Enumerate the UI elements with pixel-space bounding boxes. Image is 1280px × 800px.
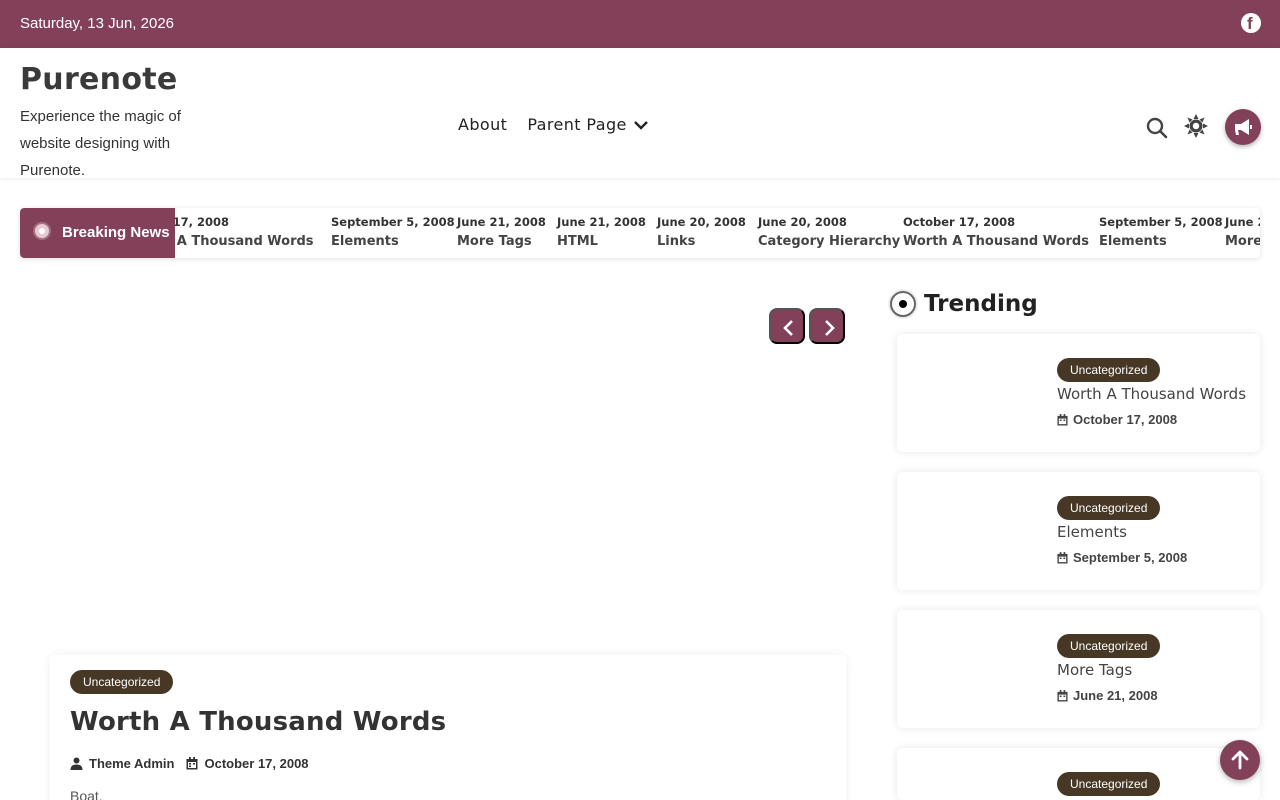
ticker-item[interactable]: June 20, 2008 Category Hierarchy [758, 215, 900, 249]
site-header: Purenote Experience the magic of website… [0, 48, 1280, 179]
main-nav: About Parent Page [458, 115, 649, 134]
calendar-icon [1057, 689, 1068, 701]
trending-item: Uncategorized Worth A Thousand Words Oct… [897, 334, 1260, 452]
breaking-news-label: Breaking News [20, 208, 175, 258]
nav-item-label: About [458, 115, 508, 134]
trending-title: Trending [924, 291, 1038, 317]
slider-next-button[interactable] [809, 308, 845, 344]
calendar-icon [1057, 551, 1068, 563]
post-meta: Theme Admin October 17, 2008 [70, 756, 309, 771]
calendar-icon [1057, 413, 1068, 425]
date-link[interactable]: October 17, 2008 [1073, 412, 1177, 427]
site-title[interactable]: Purenote [20, 62, 178, 97]
ticker-item[interactable]: June 20, 2008 Links [657, 215, 746, 249]
trending-item-title[interactable]: Worth A Thousand Words [1057, 385, 1246, 403]
trending-item-title[interactable]: More Tags [1057, 661, 1132, 679]
trending-item-title[interactable]: Elements [1057, 523, 1127, 541]
ticker-item[interactable]: June 2More [1225, 215, 1260, 249]
ticker-item[interactable]: September 5, 2008 Elements [331, 215, 455, 249]
ticker-item[interactable]: June 21, 2008 More Tags [457, 215, 546, 249]
back-to-top-button[interactable] [1220, 740, 1260, 780]
category-badge[interactable]: Uncategorized [1057, 634, 1161, 658]
ticker-item[interactable]: October 17, 2008 Worth A Thousand Words [903, 215, 1089, 249]
facebook-icon[interactable]: f [1241, 13, 1261, 33]
trending-item-date: June 21, 2008 [1057, 688, 1158, 703]
breaking-news-text: Breaking News [62, 224, 170, 241]
pulse-dot-icon [35, 224, 49, 238]
record-dot-icon [890, 291, 916, 317]
site-tagline: Experience the magic of website designin… [20, 108, 181, 179]
trending-item-date: September 5, 2008 [1057, 550, 1187, 565]
megaphone-icon[interactable] [1225, 109, 1261, 145]
trending-item: Uncategorized [897, 748, 1260, 800]
date-link[interactable]: September 5, 2008 [1073, 550, 1187, 565]
ticker-item[interactable]: September 5, 2008 Elements [1099, 215, 1223, 249]
chevron-down-icon [633, 120, 648, 130]
search-icon[interactable] [1146, 117, 1168, 139]
user-icon [70, 757, 83, 770]
category-badge[interactable]: Uncategorized [1057, 496, 1161, 520]
category-badge[interactable]: Uncategorized [1057, 772, 1161, 796]
featured-post-card: Uncategorized Worth A Thousand Words The… [50, 655, 846, 800]
category-badge[interactable]: Uncategorized [1057, 358, 1161, 382]
calendar-icon [186, 757, 198, 770]
trending-item-date: October 17, 2008 [1057, 412, 1177, 427]
ticker-item[interactable]: r 17, 2008 n A Thousand Words [163, 215, 314, 249]
trending-heading: Trending [890, 291, 1038, 317]
chevron-right-icon [825, 320, 835, 336]
nav-item-parent-page[interactable]: Parent Page [527, 115, 648, 134]
post-date[interactable]: October 17, 2008 [204, 756, 308, 771]
ticker-item[interactable]: June 21, 2008 HTML [557, 215, 646, 249]
category-badge[interactable]: Uncategorized [70, 670, 174, 694]
post-title[interactable]: Worth A Thousand Words [70, 707, 446, 737]
nav-item-about[interactable]: About [458, 115, 507, 134]
post-author[interactable]: Theme Admin [89, 756, 174, 771]
top-bar: Saturday, 13 Jun, 2026 f [0, 0, 1280, 48]
slider-prev-button[interactable] [769, 308, 805, 344]
post-excerpt: Boat. [70, 788, 103, 800]
nav-item-label: Parent Page [527, 115, 627, 134]
chevron-left-icon [783, 320, 793, 336]
arrow-up-icon [1231, 750, 1249, 770]
sun-icon[interactable] [1184, 114, 1208, 138]
trending-item: Uncategorized Elements September 5, 2008 [897, 472, 1260, 590]
current-date: Saturday, 13 Jun, 2026 [20, 15, 174, 32]
trending-item: Uncategorized More Tags June 21, 2008 [897, 610, 1260, 728]
breaking-news-ticker: r 17, 2008 n A Thousand Words September 5… [20, 208, 1260, 258]
date-link[interactable]: June 21, 2008 [1073, 688, 1158, 703]
